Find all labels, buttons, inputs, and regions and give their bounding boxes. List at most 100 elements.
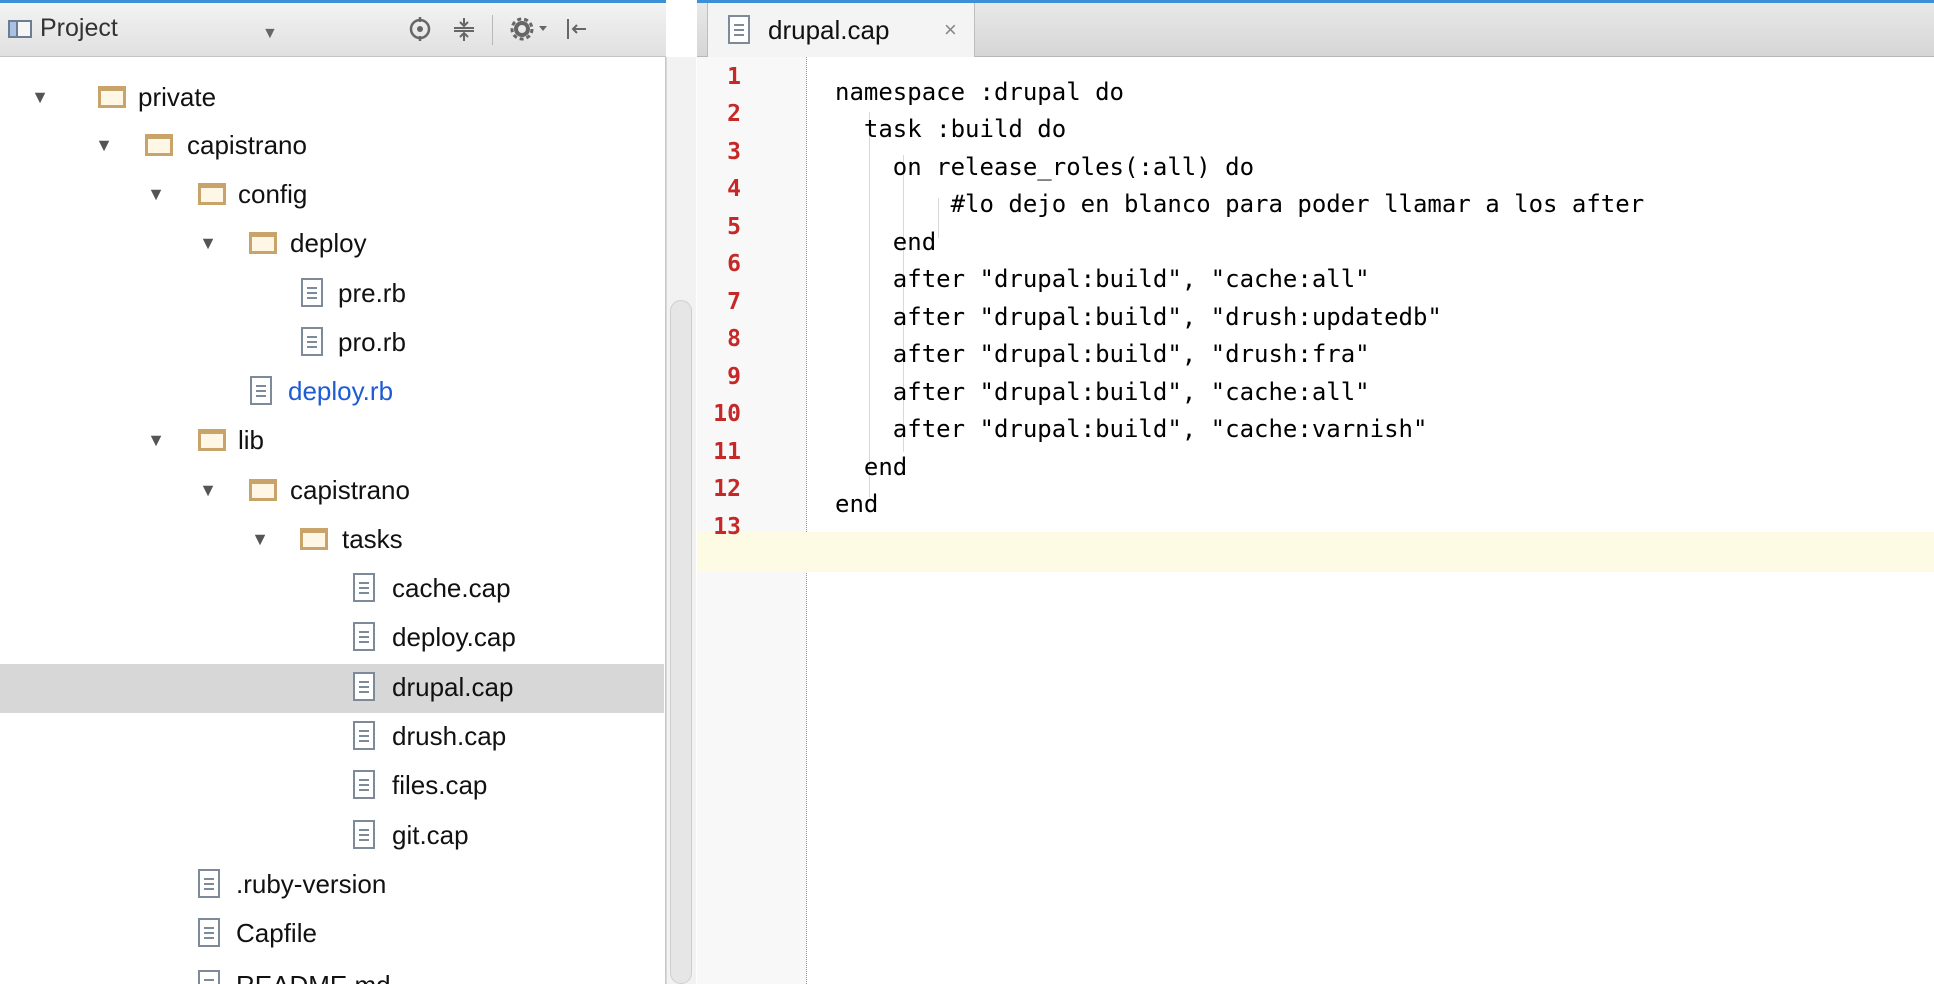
tree-node-label: tasks <box>342 524 403 554</box>
tree-node-label: drush.cap <box>392 721 507 751</box>
file-icon <box>353 672 375 701</box>
tree-node-label: capistrano <box>290 475 410 505</box>
tab-drupal-cap[interactable]: drupal.cap × <box>707 3 975 57</box>
line-number: 10 <box>713 401 741 427</box>
code-line: after "drupal:build", "cache:all" <box>835 378 1370 406</box>
line-number: 1 <box>727 64 741 90</box>
folder-icon <box>198 183 226 205</box>
file-icon <box>353 770 375 799</box>
code-line: after "drupal:build", "cache:varnish" <box>835 415 1428 443</box>
tree-node-readme[interactable]: README.md <box>0 936 664 984</box>
project-view-icon <box>8 20 32 38</box>
folder-icon <box>198 429 226 451</box>
tree-node-label: deploy.rb <box>288 376 394 406</box>
close-icon[interactable]: × <box>944 17 957 43</box>
line-number: 12 <box>713 476 741 502</box>
tree-node-label: .ruby-version <box>236 869 387 899</box>
code-line: end <box>835 453 908 481</box>
file-icon <box>250 376 272 405</box>
line-number: 4 <box>727 176 741 202</box>
tree-node-deploy-folder[interactable]: ▼ deploy <box>0 220 664 269</box>
line-number: 5 <box>727 214 741 240</box>
scroll-from-source-icon[interactable] <box>404 13 436 45</box>
tree-node-label: lib <box>238 425 265 455</box>
expand-arrow-icon[interactable]: ▼ <box>146 430 166 451</box>
expand-arrow-icon[interactable]: ▼ <box>198 480 218 501</box>
expand-arrow-icon[interactable]: ▼ <box>94 135 114 156</box>
folder-icon <box>98 86 126 108</box>
code-line: on release_roles(:all) do <box>835 153 1255 181</box>
tree-node-git-cap[interactable]: git.cap <box>0 812 664 861</box>
expand-arrow-icon[interactable]: ▼ <box>30 87 50 108</box>
tree-node-label: pro.rb <box>338 327 406 357</box>
tree-node-label: deploy <box>290 228 367 258</box>
code-line: after "drupal:build", "drush:updatedb" <box>835 303 1442 331</box>
tree-node-pre-rb[interactable]: pre.rb <box>0 270 664 319</box>
tree-node-pro-rb[interactable]: pro.rb <box>0 319 664 368</box>
tree-node-label: drupal.cap <box>392 672 514 702</box>
tree-node-label: cache.cap <box>392 573 511 603</box>
editor-tab-bar: drupal.cap × <box>697 0 1934 57</box>
file-icon <box>198 970 220 984</box>
file-icon <box>353 820 375 849</box>
current-line-highlight <box>697 532 1934 572</box>
code-line: after "drupal:build", "cache:all" <box>835 265 1370 293</box>
tree-node-deploy-cap[interactable]: deploy.cap <box>0 614 664 663</box>
folder-icon <box>145 134 173 156</box>
tree-node-deploy-rb[interactable]: deploy.rb <box>0 368 664 417</box>
tree-node-lib-capistrano[interactable]: ▼ capistrano <box>0 467 664 516</box>
file-icon <box>198 869 220 898</box>
folder-icon <box>249 232 277 254</box>
project-panel-header[interactable]: Project ▼ <box>0 0 666 57</box>
code-line: namespace :drupal do <box>835 78 1124 106</box>
collapse-all-icon[interactable] <box>448 13 480 45</box>
file-icon <box>353 721 375 750</box>
project-pane: Project ▼ ▼ private ▼ capistrano ▼ confi… <box>0 0 666 984</box>
project-panel-title[interactable]: Project <box>40 14 118 43</box>
folder-icon <box>249 479 277 501</box>
tree-node-drupal-cap[interactable]: drupal.cap <box>0 664 664 713</box>
line-number: 8 <box>727 326 741 352</box>
code-line: after "drupal:build", "drush:fra" <box>835 340 1370 368</box>
tree-node-label: capistrano <box>187 130 307 160</box>
tree-node-label: config <box>238 179 308 209</box>
chevron-down-icon[interactable]: ▼ <box>262 25 278 43</box>
tree-node-label: README.md <box>236 970 391 984</box>
tree-node-cache-cap[interactable]: cache.cap <box>0 565 664 614</box>
tree-node-tasks[interactable]: ▼ tasks <box>0 516 664 565</box>
expand-arrow-icon[interactable]: ▼ <box>250 529 270 550</box>
expand-arrow-icon[interactable]: ▼ <box>198 233 218 254</box>
line-number: 2 <box>727 101 741 127</box>
tree-node-files-cap[interactable]: files.cap <box>0 762 664 811</box>
line-number: 11 <box>713 439 741 465</box>
file-icon <box>728 15 750 44</box>
file-icon <box>353 573 375 602</box>
tree-node-label: private <box>138 82 217 112</box>
tree-node-label: pre.rb <box>338 278 406 308</box>
file-icon <box>353 622 375 651</box>
hide-panel-icon[interactable] <box>560 13 592 45</box>
file-icon <box>301 327 323 356</box>
line-number: 3 <box>727 139 741 165</box>
line-number: 9 <box>727 364 741 390</box>
tab-label: drupal.cap <box>768 15 890 45</box>
tree-node-capistrano[interactable]: ▼ capistrano <box>0 122 664 171</box>
code-line: #lo dejo en blanco para poder llamar a l… <box>835 190 1645 218</box>
code-line: task :build do <box>835 115 1067 143</box>
project-scrollbar-thumb[interactable] <box>670 300 692 984</box>
tree-node-private[interactable]: ▼ private <box>0 74 664 123</box>
folder-icon <box>300 528 328 550</box>
tree-node-lib[interactable]: ▼ lib <box>0 417 664 466</box>
tree-node-ruby-version[interactable]: .ruby-version <box>0 861 664 910</box>
tree-node-drush-cap[interactable]: drush.cap <box>0 713 664 762</box>
line-number: 7 <box>727 289 741 315</box>
tree-node-label: git.cap <box>392 820 469 850</box>
file-icon <box>301 278 323 307</box>
gear-icon[interactable] <box>506 13 554 45</box>
line-number: 13 <box>713 514 741 540</box>
code-line: end <box>835 228 937 256</box>
tree-node-config[interactable]: ▼ config <box>0 171 664 220</box>
tree-node-label: deploy.cap <box>392 622 516 652</box>
expand-arrow-icon[interactable]: ▼ <box>146 184 166 205</box>
tree-node-label: files.cap <box>392 770 488 800</box>
